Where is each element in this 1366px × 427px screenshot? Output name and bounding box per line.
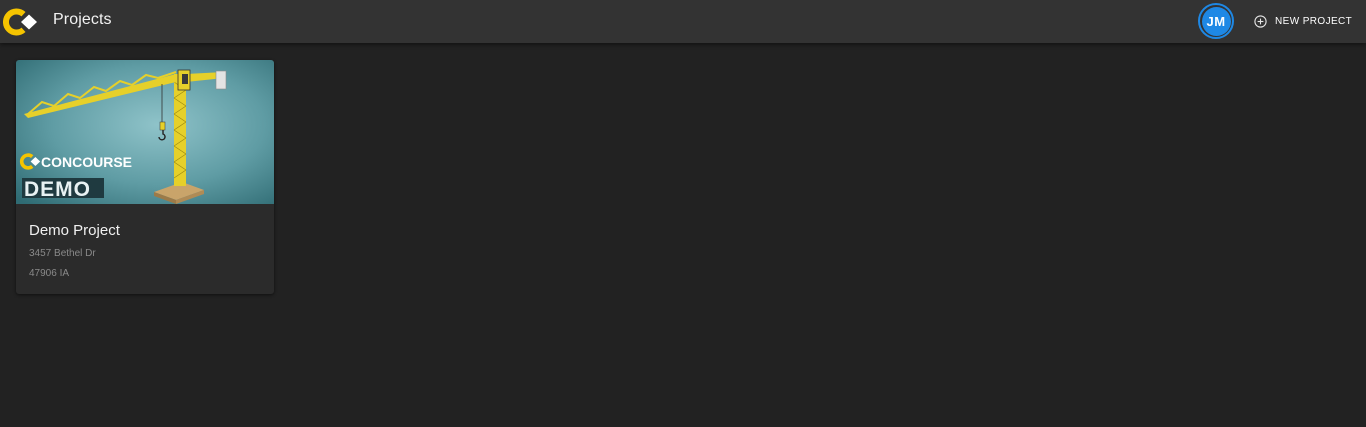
new-project-button[interactable]: NEW PROJECT — [1250, 10, 1352, 32]
projects-grid: CONCOURSE DEMO Demo Project 3457 Bethel … — [0, 43, 1366, 427]
demo-badge-text: DEMO — [24, 178, 91, 201]
new-project-label: NEW PROJECT — [1275, 15, 1353, 27]
avatar-initials: JM — [1201, 6, 1231, 36]
project-thumbnail[interactable]: CONCOURSE DEMO — [16, 60, 274, 204]
brand-text: CONCOURSE — [41, 154, 132, 170]
concourse-logo-icon[interactable] — [3, 8, 39, 36]
app-bar: Projects JM NEW PROJECT — [0, 0, 1366, 43]
project-card[interactable]: CONCOURSE DEMO Demo Project 3457 Bethel … — [16, 60, 274, 294]
demo-badge: DEMO — [22, 178, 104, 201]
plus-circle-icon — [1254, 14, 1267, 28]
project-name[interactable]: Demo Project — [29, 222, 120, 239]
project-zip-state: 47906 IA — [29, 268, 70, 279]
user-avatar[interactable]: JM — [1198, 3, 1234, 39]
project-address: 3457 Bethel Dr — [29, 248, 96, 259]
page-title: Projects — [53, 11, 112, 28]
